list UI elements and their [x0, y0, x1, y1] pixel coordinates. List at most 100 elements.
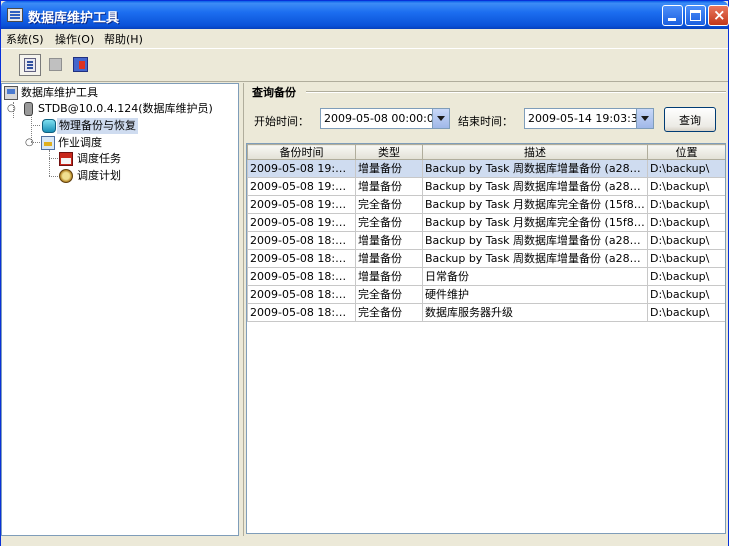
cell-type: 增量备份	[355, 249, 423, 268]
schedule-icon	[41, 136, 55, 150]
minimize-icon	[668, 18, 676, 21]
cell-time: 2009-05-08 18:59:00	[247, 231, 356, 250]
close-button[interactable]: ×	[708, 5, 729, 26]
tree-label-backup: 物理备份与恢复	[57, 118, 138, 134]
database-server-icon	[24, 102, 33, 116]
cell-time: 2009-05-08 19:01:00	[247, 195, 356, 214]
group-divider	[306, 91, 726, 93]
title-bar[interactable]: 数据库维护工具 ×	[1, 1, 729, 29]
maximize-icon	[690, 10, 701, 21]
menu-operate[interactable]: 操作(O)	[55, 31, 94, 47]
window-title: 数据库维护工具	[28, 11, 120, 26]
cell-description: Backup by Task 月数据库完全备份 (15f85e...	[422, 213, 648, 232]
cell-description: Backup by Task 周数据库增量备份 (a28972...	[422, 159, 648, 178]
chevron-down-icon[interactable]	[636, 109, 653, 128]
backup-tool-icon	[73, 57, 88, 72]
app-icon	[7, 8, 23, 22]
start-time-label: 开始时间：	[254, 115, 309, 128]
cell-description: 日常备份	[422, 267, 648, 286]
cell-time: 2009-05-08 18:58:00	[247, 249, 356, 268]
menu-bar: 系统(S) 操作(O) 帮助(H)	[1, 29, 728, 47]
cell-location: D:\backup\	[647, 159, 725, 178]
end-time-label: 结束时间：	[458, 115, 513, 128]
monitor-icon	[4, 86, 18, 100]
table-row[interactable]: 2009-05-08 19:02:00 增量备份 Backup by Task …	[247, 177, 725, 196]
cell-time: 2009-05-08 18:51:15	[247, 285, 356, 304]
table-row[interactable]: 2009-05-08 19:03:00 增量备份 Backup by Task …	[247, 159, 725, 178]
cell-description: Backup by Task 月数据库完全备份 (15f85e...	[422, 195, 648, 214]
cell-location: D:\backup\	[647, 267, 725, 286]
cell-location: D:\backup\	[647, 177, 725, 196]
tree-label-plan: 调度计划	[77, 169, 121, 182]
tree-label-root: 数据库维护工具	[21, 86, 98, 99]
cell-type: 完全备份	[355, 285, 423, 304]
maximize-button[interactable]	[685, 5, 706, 26]
table-row[interactable]: 2009-05-08 18:51:15 完全备份 硬件维护 D:\backup\	[247, 285, 725, 304]
group-title: 查询备份	[252, 86, 296, 99]
table-row[interactable]: 2009-05-08 19:00:00 完全备份 Backup by Task …	[247, 213, 725, 232]
toolbar-backup-button[interactable]	[70, 54, 92, 76]
backup-query-panel: 查询备份 开始时间： 2009-05-08 00:00:00 结束时间： 200…	[243, 83, 727, 536]
cell-type: 完全备份	[355, 195, 423, 214]
cell-time: 2009-05-08 19:02:00	[247, 177, 356, 196]
cell-location: D:\backup\	[647, 249, 725, 268]
chevron-down-icon[interactable]	[432, 109, 449, 128]
table-row[interactable]: 2009-05-08 18:51:42 增量备份 日常备份 D:\backup\	[247, 267, 725, 286]
minimize-button[interactable]	[662, 5, 683, 26]
status-bar	[1, 537, 728, 546]
cell-location: D:\backup\	[647, 195, 725, 214]
cell-description: Backup by Task 周数据库增量备份 (a28972...	[422, 249, 648, 268]
tree-label-server: STDB@10.0.4.124(数据库维护员)	[38, 102, 213, 115]
cell-type: 增量备份	[355, 159, 423, 178]
tree-expand-handle-schedule[interactable]: ○	[25, 137, 34, 148]
table-row[interactable]: 2009-05-08 18:50:08 完全备份 数据库服务器升级 D:\bac…	[247, 303, 725, 322]
column-header-time[interactable]: 备份时间	[247, 144, 356, 160]
cell-type: 增量备份	[355, 177, 423, 196]
clock-icon	[59, 169, 73, 183]
start-time-combo[interactable]: 2009-05-08 00:00:00	[320, 108, 450, 129]
cell-type: 增量备份	[355, 231, 423, 250]
column-header-description[interactable]: 描述	[422, 144, 648, 160]
database-icon	[24, 58, 36, 72]
toolbar-disabled-button[interactable]	[45, 54, 67, 76]
menu-system[interactable]: 系统(S)	[6, 31, 44, 47]
cell-description: 硬件维护	[422, 285, 648, 304]
cell-description: Backup by Task 周数据库增量备份 (a28972...	[422, 231, 648, 250]
cell-time: 2009-05-08 18:51:42	[247, 267, 356, 286]
end-time-combo[interactable]: 2009-05-14 19:03:33	[524, 108, 654, 129]
tree-expand-handle[interactable]: ○	[7, 103, 16, 114]
column-header-location[interactable]: 位置	[647, 144, 725, 160]
cell-location: D:\backup\	[647, 213, 725, 232]
table-row[interactable]: 2009-05-08 19:01:00 完全备份 Backup by Task …	[247, 195, 725, 214]
cell-description: 数据库服务器升级	[422, 303, 648, 322]
tree-label-task: 调度任务	[77, 152, 121, 165]
menu-help[interactable]: 帮助(H)	[104, 31, 143, 47]
navigation-tree[interactable]: 数据库维护工具 ○ STDB@10.0.4.124(数据库维护员) 物理备份与恢…	[1, 83, 239, 536]
cell-description: Backup by Task 周数据库增量备份 (a28972...	[422, 177, 648, 196]
table-header-row: 备份时间 类型 描述 位置	[247, 144, 725, 160]
cell-type: 完全备份	[355, 213, 423, 232]
query-button[interactable]: 查询	[664, 107, 716, 132]
cell-time: 2009-05-08 19:03:00	[247, 159, 356, 178]
cell-time: 2009-05-08 19:00:00	[247, 213, 356, 232]
disabled-tool-icon	[49, 58, 62, 71]
tree-label-schedule: 作业调度	[58, 136, 102, 149]
backup-database-icon	[42, 119, 56, 133]
cell-type: 完全备份	[355, 303, 423, 322]
cell-location: D:\backup\	[647, 285, 725, 304]
app-window: 数据库维护工具 × 系统(S) 操作(O) 帮助(H) 数据库维护工具 ○ ST…	[0, 0, 729, 546]
cell-type: 增量备份	[355, 267, 423, 286]
toolbar	[1, 48, 728, 82]
cell-time: 2009-05-08 18:50:08	[247, 303, 356, 322]
end-time-value: 2009-05-14 19:03:33	[528, 112, 645, 125]
cell-location: D:\backup\	[647, 231, 725, 250]
toolbar-database-button[interactable]	[19, 54, 41, 76]
column-header-type[interactable]: 类型	[355, 144, 423, 160]
close-icon: ×	[713, 6, 726, 24]
cell-location: D:\backup\	[647, 303, 725, 322]
table-row[interactable]: 2009-05-08 18:58:00 增量备份 Backup by Task …	[247, 249, 725, 268]
table-row[interactable]: 2009-05-08 18:59:00 增量备份 Backup by Task …	[247, 231, 725, 250]
calendar-icon	[59, 152, 73, 166]
backup-table[interactable]: 备份时间 类型 描述 位置 2009-05-08 19:03:00 增量备份 B…	[246, 143, 726, 534]
start-time-value: 2009-05-08 00:00:00	[324, 112, 441, 125]
